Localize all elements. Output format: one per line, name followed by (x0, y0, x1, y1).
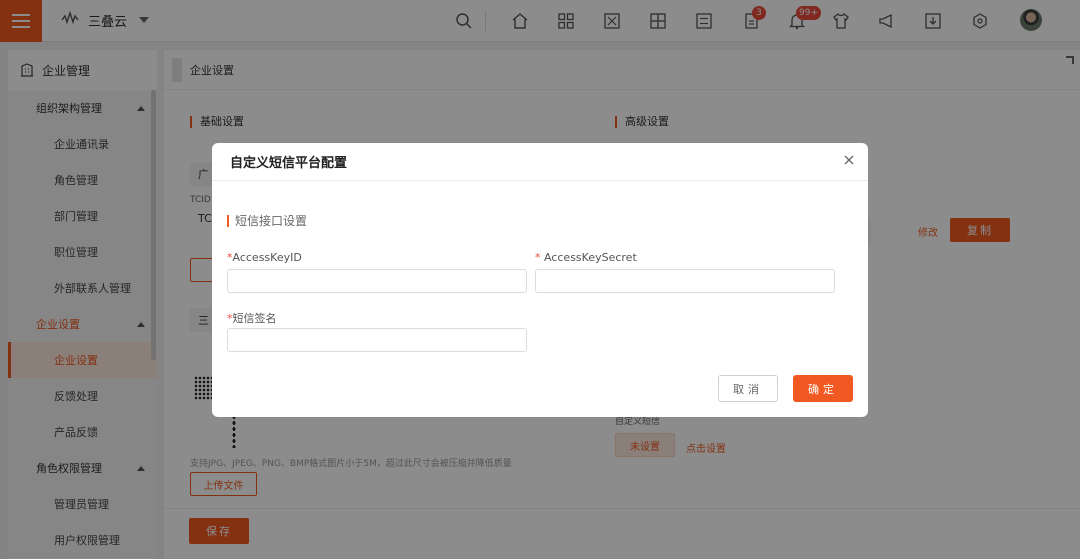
dialog-header: 自定义短信平台配置 (212, 143, 868, 181)
sms-signature-input[interactable] (227, 328, 527, 352)
sms-signature-label: *短信签名 (227, 312, 277, 325)
sms-interface-section-title: 短信接口设置 (227, 215, 307, 227)
confirm-button[interactable]: 确定 (793, 375, 853, 402)
sms-signature-label-text: 短信签名 (232, 312, 277, 325)
access-key-id-input[interactable] (227, 269, 527, 293)
sms-config-dialog: 自定义短信平台配置 短信接口设置 *AccessKeyID * AccessKe… (212, 143, 868, 417)
dialog-title: 自定义短信平台配置 (230, 156, 348, 171)
close-icon[interactable] (844, 155, 854, 165)
access-key-secret-input[interactable] (535, 269, 835, 293)
access-key-id-label: *AccessKeyID (227, 251, 302, 264)
cancel-button[interactable]: 取消 (718, 375, 778, 402)
access-key-secret-label-text: AccessKeySecret (544, 251, 637, 264)
access-key-id-label-text: AccessKeyID (232, 251, 302, 264)
access-key-secret-label: * AccessKeySecret (535, 251, 637, 264)
